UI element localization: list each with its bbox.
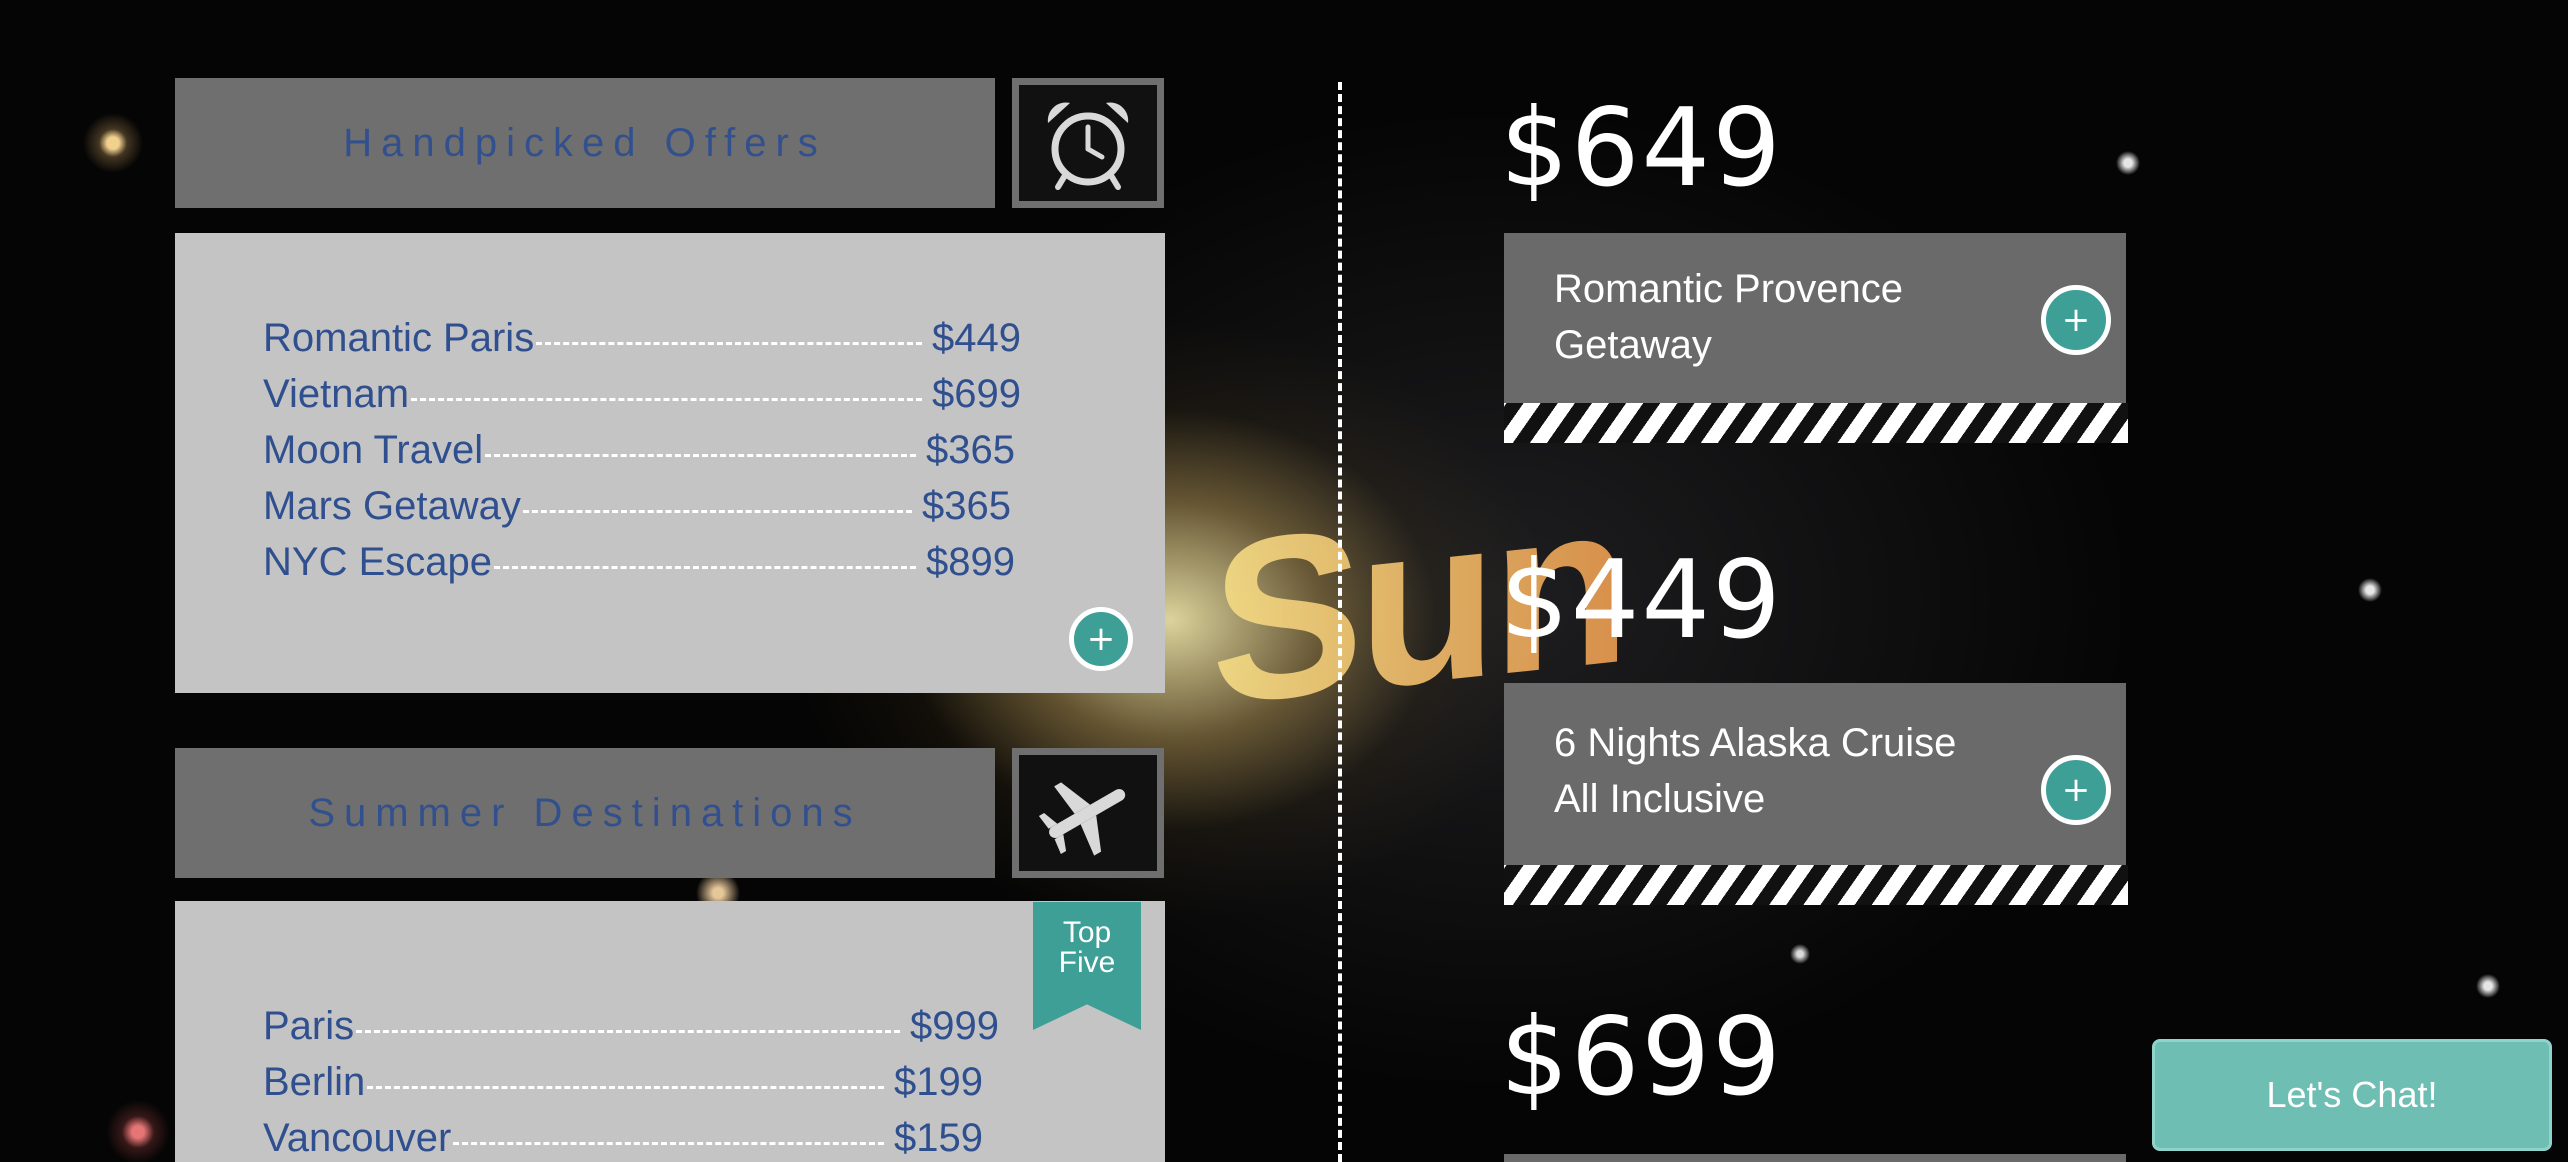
summer-title: Summer Destinations [308, 790, 862, 835]
airplane-icon-box [1012, 748, 1164, 878]
list-item-price: $999 [910, 1004, 999, 1048]
dotted-leader [536, 342, 923, 345]
dotted-leader [453, 1142, 885, 1145]
list-item[interactable]: Paris $999 [263, 997, 999, 1049]
striped-divider [1504, 403, 2128, 443]
list-item-name: Mars Getaway [263, 484, 521, 528]
handpicked-header: Handpicked Offers [175, 78, 995, 208]
list-item-price: $159 [894, 1116, 983, 1160]
list-item-price: $365 [926, 428, 1015, 472]
offer-card[interactable]: Romantic Provence Getaway + [1504, 233, 2126, 403]
add-offer-button[interactable]: + [2041, 285, 2111, 355]
summer-header: Summer Destinations [175, 748, 995, 878]
offer-price: $699 [1500, 995, 1783, 1120]
offer-price: $649 [1500, 86, 1783, 211]
ribbon-line-1: Top [1062, 916, 1112, 949]
list-item[interactable]: Moon Travel $365 [263, 421, 1015, 473]
dotted-leader [493, 566, 917, 569]
list-item[interactable]: Vietnam $699 [263, 365, 1021, 417]
offer-title: Romantic Provence Getaway [1554, 261, 1903, 373]
dotted-leader [485, 454, 917, 457]
dotted-leader [411, 398, 923, 401]
offer-title: 6 Nights Alaska Cruise All Inclusive [1554, 715, 1956, 827]
list-item-price: $199 [894, 1060, 983, 1104]
offer-title-line-1: Romantic Provence [1554, 267, 1904, 311]
add-offer-button[interactable]: + [2041, 755, 2111, 825]
list-item-name: NYC Escape [263, 540, 492, 584]
list-item[interactable]: Berlin $199 [263, 1053, 983, 1105]
airplane-icon [1038, 782, 1126, 856]
list-item[interactable]: Mars Getaway $365 [263, 477, 1011, 529]
striped-divider [1504, 865, 2128, 905]
ribbon-line-2: Five [1058, 946, 1116, 979]
dashed-divider [1338, 82, 1342, 1162]
list-item-name: Berlin [263, 1060, 366, 1104]
list-item-name: Romantic Paris [263, 316, 535, 360]
offer-title-line-1: 6 Nights Alaska Cruise [1554, 721, 1957, 765]
dotted-leader [356, 1030, 901, 1033]
list-item-price: $365 [922, 484, 1011, 528]
handpicked-title: Handpicked Offers [343, 120, 827, 165]
list-item-price: $699 [932, 372, 1021, 416]
chat-button[interactable]: Let's Chat! [2152, 1039, 2552, 1151]
offer-card[interactable]: 6 Nights Alaska Cruise All Inclusive + [1504, 683, 2126, 865]
offer-card[interactable] [1504, 1154, 2126, 1162]
offer-title-line-2: Getaway [1554, 323, 1712, 367]
dotted-leader [522, 510, 913, 513]
list-item-name: Moon Travel [263, 428, 484, 472]
list-item[interactable]: Romantic Paris $449 [263, 309, 1021, 361]
list-item[interactable]: NYC Escape $899 [263, 533, 1015, 585]
list-item-price: $449 [932, 316, 1021, 360]
summer-list-panel: Paris $999 Berlin $199 Vancouver $159 [175, 901, 1165, 1162]
alarm-clock-icon [1047, 102, 1129, 190]
list-item-price: $899 [926, 540, 1015, 584]
dotted-leader [367, 1086, 885, 1089]
offer-price: $449 [1500, 538, 1783, 663]
list-item-name: Paris [263, 1004, 355, 1048]
handpicked-list-panel: Romantic Paris $449 Vietnam $699 Moon Tr… [175, 233, 1165, 693]
add-handpicked-button[interactable]: + [1069, 607, 1133, 671]
list-item-name: Vancouver [263, 1116, 452, 1160]
list-item-name: Vietnam [263, 372, 410, 416]
alarm-clock-icon-box [1012, 78, 1164, 208]
list-item[interactable]: Vancouver $159 [263, 1109, 983, 1161]
offer-title-line-2: All Inclusive [1554, 777, 1766, 821]
